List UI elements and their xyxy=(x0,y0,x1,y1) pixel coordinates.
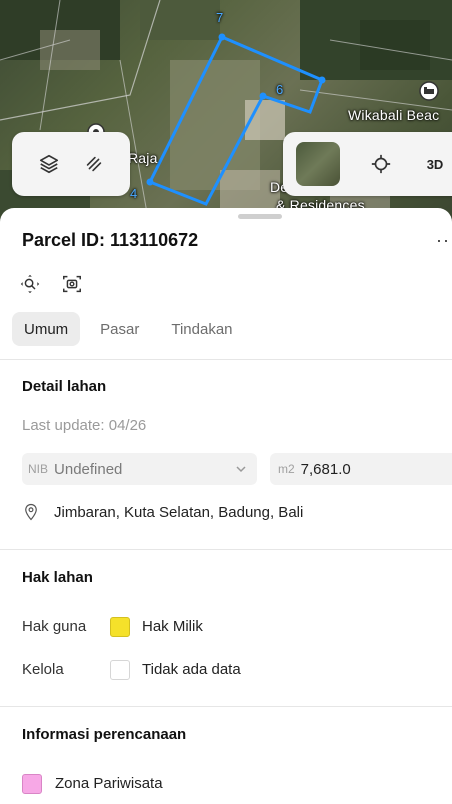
hak-guna-value: Hak Milik xyxy=(142,618,203,635)
divider xyxy=(0,706,452,707)
toggle-3d-button[interactable]: 3D xyxy=(415,144,452,184)
zone-swatch xyxy=(22,774,42,794)
layers-button[interactable] xyxy=(29,144,69,184)
rights-section-title: Hak lahan xyxy=(22,569,93,586)
last-update-text: Last update: 04/26 xyxy=(22,417,147,434)
nib-value: Undefined xyxy=(54,460,123,478)
nib-select[interactable]: NIB Undefined xyxy=(22,453,257,485)
detail-tabs: Umum Pasar Tindakan xyxy=(12,312,245,346)
place-label: Raja xyxy=(128,150,158,166)
location-text: Jimbaran, Kuta Selatan, Badung, Bali xyxy=(54,503,304,521)
location-row: Jimbaran, Kuta Selatan, Badung, Bali xyxy=(22,502,303,522)
screenshot-button[interactable] xyxy=(60,272,84,296)
basemap-thumbnail xyxy=(296,142,340,186)
view-mode-label: 3D xyxy=(426,156,444,172)
area-value: 7,681.0 xyxy=(300,460,351,478)
tab-umum[interactable]: Umum xyxy=(12,312,81,346)
vertex-label: 4 xyxy=(130,186,138,201)
parcel-detail-sheet: Parcel ID: 113110672 ··· Umum Pasar Tind… xyxy=(0,208,452,804)
kelola-swatch xyxy=(110,660,130,680)
nib-prefix: NIB xyxy=(28,462,49,476)
planning-section-title: Informasi perencanaan xyxy=(22,726,187,743)
parcel-tools xyxy=(18,272,84,296)
tab-pasar[interactable]: Pasar xyxy=(88,312,151,346)
hak-guna-label: Hak guna xyxy=(22,618,87,635)
focus-search-icon xyxy=(20,274,40,294)
map-layer-controls xyxy=(12,132,130,196)
place-label: Wikabali Beac xyxy=(348,107,440,123)
divider xyxy=(0,359,452,360)
kelola-value: Tidak ada data xyxy=(142,661,241,678)
draw-icon xyxy=(86,156,101,172)
basemap-thumbnail-button[interactable] xyxy=(293,142,343,186)
layers-icon xyxy=(39,154,58,174)
camera-icon xyxy=(63,275,81,293)
draw-button[interactable] xyxy=(74,144,114,184)
locate-button[interactable] xyxy=(361,144,401,184)
sheet-grabber[interactable] xyxy=(238,214,282,219)
area-prefix: m2 xyxy=(278,462,295,476)
hak-guna-swatch xyxy=(110,617,130,637)
kelola-label: Kelola xyxy=(22,661,64,678)
tab-tindakan[interactable]: Tindakan xyxy=(159,312,244,346)
vertex-label: 6 xyxy=(276,82,284,97)
map-view-controls: 3D xyxy=(283,132,452,196)
divider xyxy=(0,549,452,550)
location-pin-icon xyxy=(25,503,37,521)
hotel-marker-icon[interactable] xyxy=(418,80,440,102)
more-options-button[interactable]: ··· xyxy=(436,230,452,251)
vertex-label: 7 xyxy=(216,10,224,25)
zone-value: Zona Pariwisata xyxy=(55,775,163,792)
detail-section-title: Detail lahan xyxy=(22,378,107,395)
crosshair-icon xyxy=(371,154,391,174)
focus-parcel-button[interactable] xyxy=(18,272,42,296)
chevron-down-icon xyxy=(236,466,246,473)
area-field[interactable]: m2 7,681.0 xyxy=(270,453,452,485)
satellite-map[interactable]: 7 6 4 Raja Wikabali Beac De & Residences xyxy=(0,0,452,230)
parcel-title: Parcel ID: 113110672 xyxy=(22,230,199,250)
